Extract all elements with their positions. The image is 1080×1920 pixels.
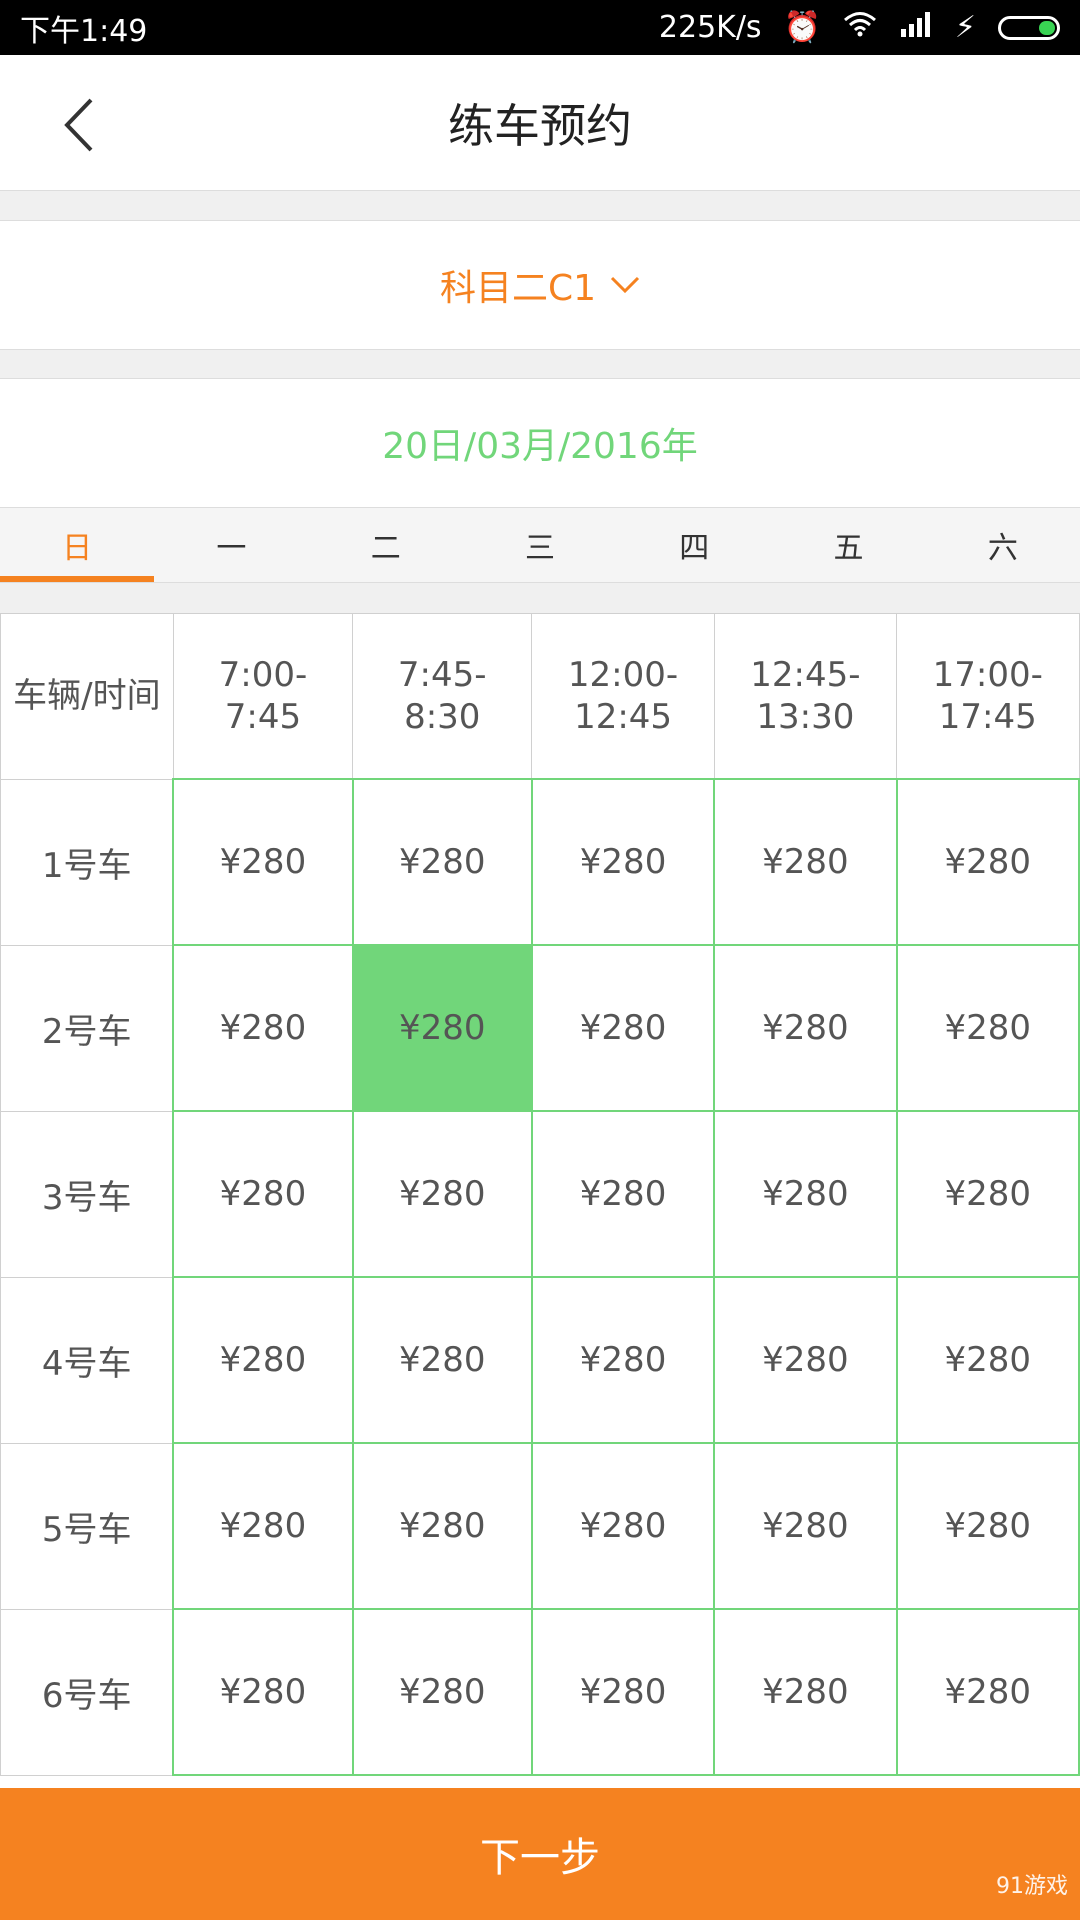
slot-price-cell[interactable]: ¥280 [895, 1608, 1080, 1776]
chevron-left-icon [64, 98, 93, 152]
slot-price-cell[interactable]: ¥280 [351, 944, 533, 1112]
slot-price-cell[interactable]: ¥280 [351, 1110, 533, 1278]
slot-price-cell[interactable]: ¥280 [713, 1442, 898, 1610]
corner-cell: 车辆/时间 [0, 613, 174, 780]
car-label: 5号车 [0, 1442, 174, 1610]
slot-price-cell[interactable]: ¥280 [172, 1110, 354, 1278]
table-row: 3号车 ¥280 ¥280 ¥280 ¥280 ¥280 [0, 1110, 1080, 1278]
charging-icon: ⚡ [954, 10, 976, 45]
tab-thursday[interactable]: 四 [617, 508, 771, 582]
car-label: 6号车 [0, 1608, 174, 1776]
table-row: 5号车 ¥280 ¥280 ¥280 ¥280 ¥280 [0, 1442, 1080, 1610]
network-speed: 225K/s [658, 10, 762, 45]
car-label: 2号车 [0, 944, 174, 1112]
time-slot-header: 17:00- 17:45 [896, 613, 1080, 780]
time-slot-label: 7:00- 7:45 [218, 655, 308, 737]
time-slot-label: 7:45- 8:30 [397, 655, 487, 737]
slot-price-cell[interactable]: ¥280 [530, 1276, 716, 1444]
weekday-tabs: 日 一 二 三 四 五 六 [0, 508, 1080, 583]
slot-price-cell[interactable]: ¥280 [172, 944, 354, 1112]
status-time: 下午1:49 [20, 13, 148, 49]
slot-price-cell[interactable]: ¥280 [713, 944, 898, 1112]
chevron-down-icon [610, 276, 640, 294]
date-selector[interactable]: 20日/03月/2016年 [0, 378, 1080, 508]
tab-friday[interactable]: 五 [771, 508, 925, 582]
car-label: 1号车 [0, 778, 174, 946]
slot-price-cell[interactable]: ¥280 [713, 1110, 898, 1278]
time-slot-label: 12:00- 12:45 [567, 655, 679, 737]
page-title: 练车预约 [448, 98, 632, 153]
status-bar: 下午1:49 225K/s ⏰ ⚡ [0, 0, 1080, 55]
time-slot-label: 17:00- 17:45 [932, 655, 1043, 737]
battery-icon [998, 15, 1060, 40]
slot-price-cell[interactable]: ¥280 [713, 1608, 898, 1776]
slot-price-cell[interactable]: ¥280 [351, 778, 533, 946]
time-slot-header: 7:45- 8:30 [352, 613, 533, 780]
subject-label: 科目二C1 [439, 268, 597, 309]
slot-price-cell[interactable]: ¥280 [530, 1110, 716, 1278]
table-row: 2号车 ¥280 ¥280 ¥280 ¥280 ¥280 [0, 944, 1080, 1112]
wifi-icon [843, 10, 877, 45]
tab-tuesday[interactable]: 二 [309, 508, 463, 582]
slot-price-cell[interactable]: ¥280 [895, 1276, 1080, 1444]
table-row: 1号车 ¥280 ¥280 ¥280 ¥280 ¥280 [0, 778, 1080, 946]
table-row: 4号车 ¥280 ¥280 ¥280 ¥280 ¥280 [0, 1276, 1080, 1444]
slot-price-cell[interactable]: ¥280 [172, 1276, 354, 1444]
time-slot-header: 12:45- 13:30 [713, 613, 898, 780]
slot-price-cell[interactable]: ¥280 [530, 1442, 716, 1610]
time-slot-label: 12:45- 13:30 [750, 655, 861, 737]
date-label: 20日/03月/2016年 [382, 426, 698, 467]
slot-price-cell[interactable]: ¥280 [530, 944, 716, 1112]
slot-price-cell[interactable]: ¥280 [351, 1442, 533, 1610]
tab-monday[interactable]: 一 [154, 508, 308, 582]
time-slot-header: 7:00- 7:45 [172, 613, 354, 780]
slot-price-cell[interactable]: ¥280 [172, 778, 354, 946]
back-button[interactable] [48, 95, 108, 155]
time-slot-header: 12:00- 12:45 [531, 613, 715, 780]
tab-saturday[interactable]: 六 [926, 508, 1080, 582]
slot-price-cell[interactable]: ¥280 [530, 1608, 716, 1776]
slot-price-cell[interactable]: ¥280 [172, 1608, 354, 1776]
car-label: 3号车 [0, 1110, 174, 1278]
header: 练车预约 [0, 55, 1080, 191]
table-header-row: 车辆/时间 7:00- 7:45 7:45- 8:30 12:00- 12:45… [0, 613, 1080, 780]
schedule-table: 车辆/时间 7:00- 7:45 7:45- 8:30 12:00- 12:45… [0, 613, 1080, 1776]
signal-icon [899, 10, 933, 45]
slot-price-cell[interactable]: ¥280 [530, 778, 716, 946]
subject-dropdown[interactable]: 科目二C1 [0, 220, 1080, 350]
table-row: 6号车 ¥280 ¥280 ¥280 ¥280 ¥280 [0, 1608, 1080, 1776]
slot-price-cell[interactable]: ¥280 [713, 1276, 898, 1444]
slot-price-cell[interactable]: ¥280 [172, 1442, 354, 1610]
alarm-icon: ⏰ [783, 10, 821, 45]
watermark: 91游戏 [996, 1874, 1068, 1899]
tab-sunday[interactable]: 日 [0, 508, 155, 582]
slot-price-cell[interactable]: ¥280 [351, 1276, 533, 1444]
car-label: 4号车 [0, 1276, 174, 1444]
tab-wednesday[interactable]: 三 [463, 508, 617, 582]
schedule-grid: 车辆/时间 7:00- 7:45 7:45- 8:30 12:00- 12:45… [0, 613, 1080, 1788]
slot-price-cell[interactable]: ¥280 [895, 1110, 1080, 1278]
slot-price-cell[interactable]: ¥280 [713, 778, 898, 946]
slot-price-cell[interactable]: ¥280 [895, 1442, 1080, 1610]
slot-price-cell[interactable]: ¥280 [895, 778, 1080, 946]
next-step-button[interactable]: 下一步 [0, 1788, 1080, 1920]
slot-price-cell[interactable]: ¥280 [351, 1608, 533, 1776]
slot-price-cell[interactable]: ¥280 [895, 944, 1080, 1112]
